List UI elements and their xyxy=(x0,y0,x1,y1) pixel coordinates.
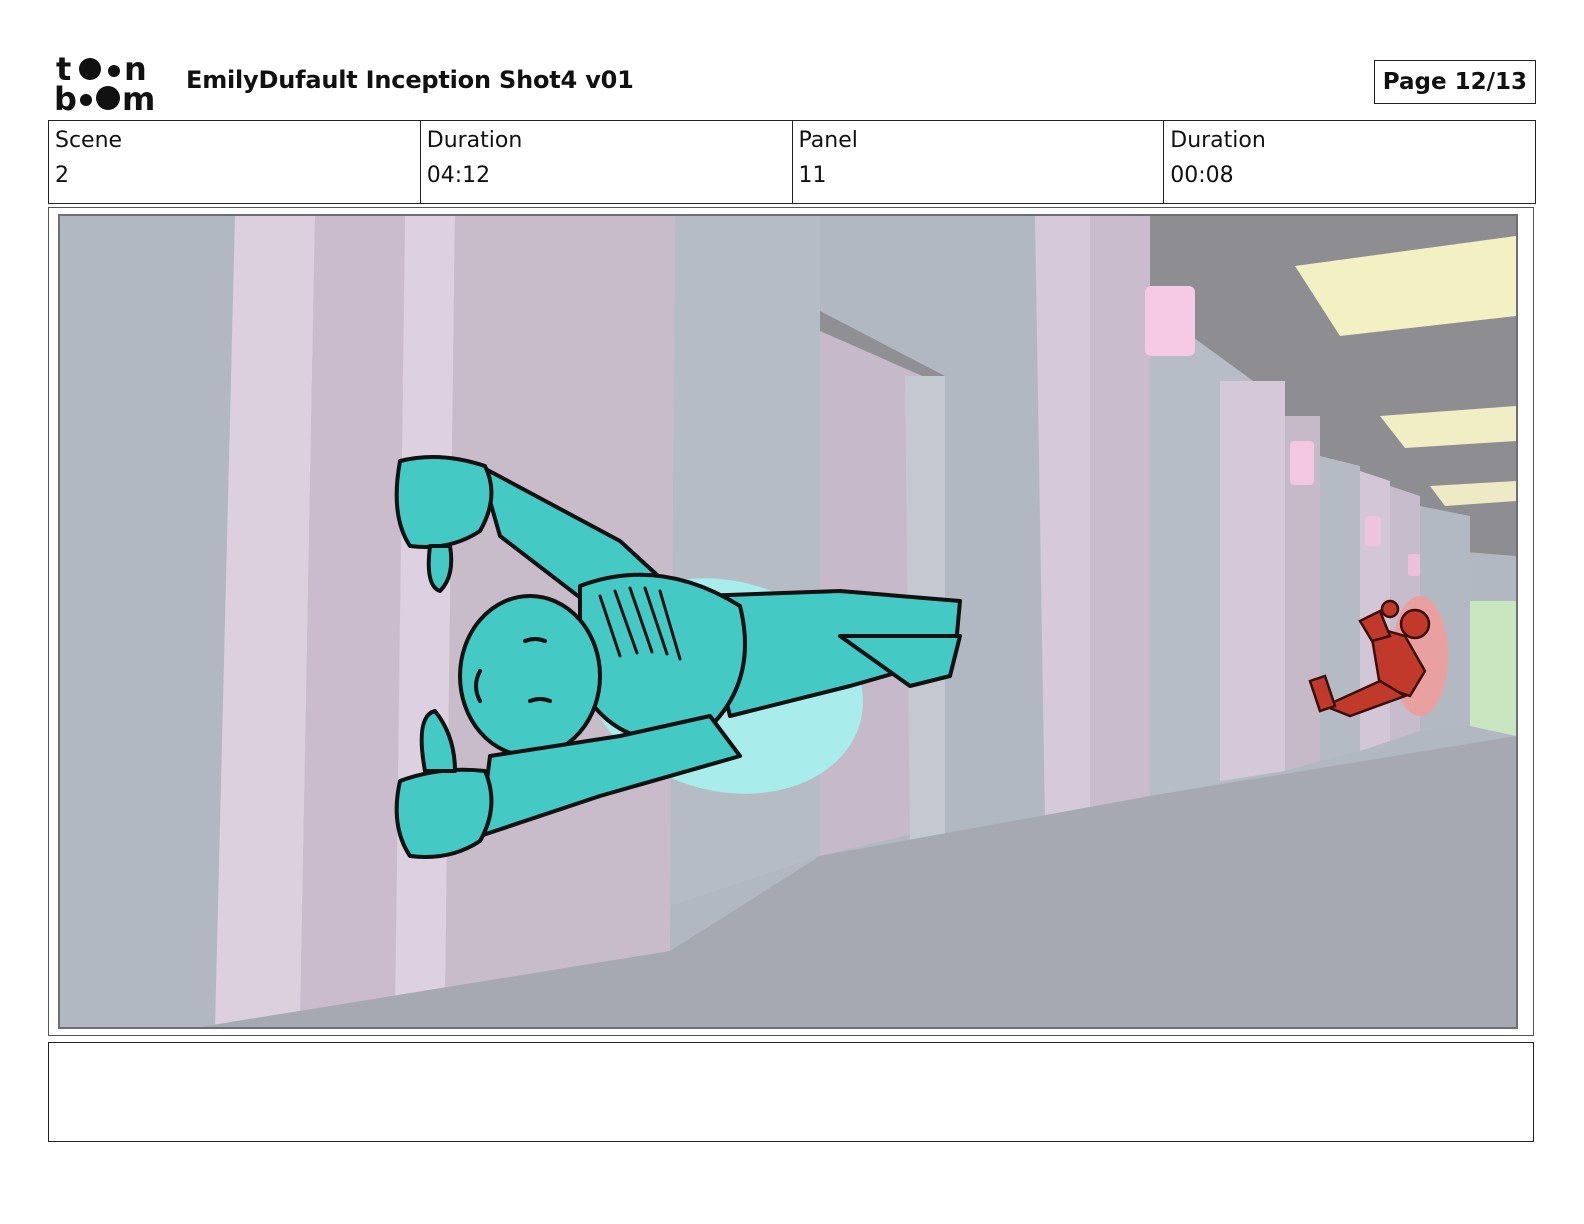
document-title: EmilyDufault Inception Shot4 v01 xyxy=(186,66,634,94)
scene-value: 2 xyxy=(55,163,69,188)
toon-boom-logo: t n b m xyxy=(54,52,155,114)
page-header: t n b m EmilyDufault Inception Shot4 v01… xyxy=(48,48,1536,118)
panel-duration-label: Duration xyxy=(1170,128,1266,153)
scene-cell: Scene 2 xyxy=(49,121,420,203)
wall-lamp-2 xyxy=(1290,441,1314,485)
storyboard-panel-frame xyxy=(48,207,1534,1036)
panel-duration-value: 00:08 xyxy=(1170,163,1234,188)
panel-value: 11 xyxy=(798,163,827,188)
svg-text:b: b xyxy=(54,80,77,114)
shot-info-table: Scene 2 Duration 04:12 Panel 11 Duration… xyxy=(48,120,1536,204)
hallway-scene-illustration xyxy=(60,216,1516,1027)
exit-door-green xyxy=(1470,601,1516,736)
scene-duration-cell: Duration 04:12 xyxy=(419,121,792,203)
panel-duration-cell: Duration 00:08 xyxy=(1163,121,1535,203)
storyboard-panel-image xyxy=(58,214,1518,1029)
scene-duration-value: 04:12 xyxy=(426,163,491,188)
panel-label: Panel xyxy=(798,128,858,153)
panel-notes-box xyxy=(48,1042,1534,1142)
svg-text:m: m xyxy=(122,80,155,114)
scene-label: Scene xyxy=(55,128,123,153)
scene-duration-label: Duration xyxy=(426,128,523,153)
panel-cell: Panel 11 xyxy=(791,121,1164,203)
pillar-3 xyxy=(395,216,455,1016)
wall-lamp-1 xyxy=(1145,286,1195,356)
page-indicator: Page 12/13 xyxy=(1373,60,1536,104)
pillar-2 xyxy=(300,216,405,1027)
